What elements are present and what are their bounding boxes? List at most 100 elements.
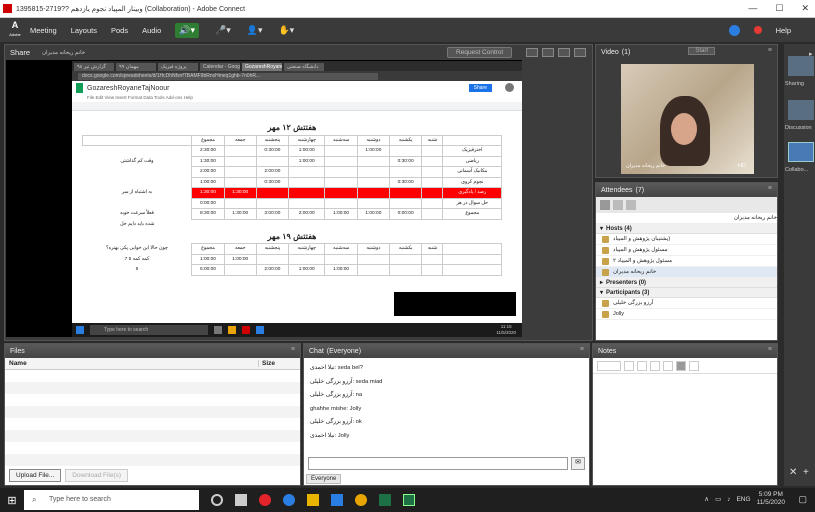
speaker-icon[interactable]: 🔊▾ — [175, 22, 199, 38]
menu-layouts[interactable]: Layouts — [71, 26, 97, 35]
hd-badge: HD — [738, 163, 746, 169]
note-cell: 5 — [83, 265, 192, 276]
record-icon[interactable] — [753, 26, 762, 34]
col-name[interactable]: Name — [5, 360, 258, 367]
cell — [356, 166, 391, 178]
microphone-icon[interactable]: 🎤▾ — [215, 25, 231, 36]
cortana-icon[interactable] — [211, 494, 223, 506]
download-file-button[interactable]: Download File(s) — [65, 469, 129, 482]
layout-discussion-thumbnail[interactable] — [788, 100, 814, 120]
attendee-row[interactable]: آرزو بزرگی خلیلی — [596, 298, 777, 309]
hosts-group[interactable]: ▾ Hosts (4) — [596, 224, 777, 234]
sync-icon[interactable] — [558, 48, 570, 57]
upload-file-button[interactable]: Upload File... — [9, 469, 62, 482]
chat-messages: نیلا احمدی: seda bel? آرزو بزرگی خلیلی: … — [304, 358, 589, 454]
pod-options-icon[interactable]: ≡ — [768, 47, 772, 54]
notes-text-area[interactable] — [593, 374, 777, 484]
cell — [388, 187, 423, 199]
fit-width-icon[interactable] — [526, 48, 538, 57]
menu-pods[interactable]: Pods — [111, 26, 128, 35]
layout-sharing-thumbnail[interactable] — [788, 56, 814, 76]
font-size-icon[interactable] — [597, 360, 621, 371]
edge-icon[interactable] — [283, 494, 295, 506]
close-button[interactable]: ✕ — [801, 3, 809, 14]
volume-icon[interactable]: ♪ — [727, 496, 730, 503]
tools-icon[interactable]: ✕ — [789, 467, 797, 478]
attendee-row[interactable]: پشتیبان پژوهش و المپیاد) — [596, 234, 777, 245]
list-view-icon[interactable] — [600, 200, 610, 210]
col-size[interactable]: Size — [258, 360, 300, 367]
attendee-name: آرزو بزرگی خلیلی — [613, 300, 654, 306]
day-header: مجموع — [191, 134, 225, 146]
pod-options-icon[interactable]: ≡ — [768, 185, 772, 192]
attendee-row[interactable]: Jolly — [596, 309, 777, 320]
cell: 3:00:00 — [255, 208, 290, 220]
cell — [388, 145, 423, 157]
maximize-button[interactable]: ☐ — [775, 3, 783, 14]
request-control-button[interactable]: Request Control — [447, 47, 512, 58]
raise-hand-icon[interactable]: ✋▾ — [278, 25, 294, 36]
opera-icon[interactable] — [259, 494, 271, 506]
windows-start-icon[interactable]: ⊞ — [0, 494, 24, 507]
pod-options-icon[interactable]: ≡ — [580, 346, 584, 353]
cell — [223, 197, 257, 209]
chat-tab-everyone[interactable]: Everyone — [306, 474, 342, 484]
attendee-row[interactable]: خانم ریحانه مدیران — [596, 267, 777, 278]
cell — [356, 176, 391, 188]
chrome-icon[interactable] — [355, 494, 367, 506]
participants-group[interactable]: ▾ Participants (3) — [596, 288, 777, 298]
excel-icon[interactable] — [379, 494, 391, 506]
browser-tab-active: GozareshRoyaneh — [242, 63, 282, 71]
minimize-button[interactable]: — — [748, 3, 757, 14]
clock-time: 5:09 PM — [758, 491, 783, 498]
cell — [421, 208, 444, 220]
attendee-row[interactable]: مسئول پژوهش و المپیاد — [596, 245, 777, 256]
shared-clock-time: 11:15 — [500, 324, 512, 329]
bold-icon[interactable] — [637, 360, 647, 371]
day-header: پنجشنبه — [255, 134, 290, 146]
window-icon — [3, 4, 12, 13]
send-icon[interactable]: ✉ — [571, 457, 585, 470]
layout-collab-thumbnail[interactable] — [788, 142, 814, 162]
fullscreen-icon[interactable] — [542, 48, 554, 57]
text-color-icon[interactable] — [624, 360, 634, 371]
mail-icon[interactable] — [331, 494, 343, 506]
menu-meeting[interactable]: Meeting — [30, 26, 57, 35]
indent-icon[interactable] — [689, 360, 699, 371]
underline-icon[interactable] — [663, 360, 673, 371]
pod-options-icon[interactable] — [574, 48, 586, 57]
address-bar: docs.google.com/spreadsheets/d/1HcDhNfsn… — [78, 72, 378, 80]
adobe-connect-icon[interactable] — [403, 494, 415, 506]
language-indicator[interactable]: ENG — [736, 496, 750, 503]
cell — [324, 166, 358, 178]
add-layout-icon[interactable]: + — [803, 467, 809, 478]
menu-help[interactable]: Help — [776, 26, 791, 35]
day-header: شنبه — [421, 243, 444, 255]
menu-audio[interactable]: Audio — [142, 26, 161, 35]
pod-options-icon[interactable]: ≡ — [291, 346, 295, 353]
notifications-icon[interactable]: ▢ — [798, 494, 807, 505]
webcam-icon[interactable]: 👤▾ — [247, 25, 263, 36]
cell — [223, 145, 257, 157]
italic-icon[interactable] — [650, 360, 660, 371]
note-cell: کمه کمه 5 7 — [83, 254, 192, 265]
start-webcam-button[interactable]: Start — [688, 47, 715, 55]
help-circle-icon[interactable] — [728, 24, 740, 36]
tray-chevron-icon[interactable]: ∧ — [704, 495, 709, 503]
attendee-row[interactable]: مسئول پژوهش و المپیاد ۲ — [596, 256, 777, 267]
clock-date: 11/5/2020 — [756, 499, 785, 506]
system-clock[interactable]: 5:09 PM 11/5/2020 — [757, 491, 785, 507]
file-explorer-icon[interactable] — [307, 494, 319, 506]
cell: 1:30:00 — [223, 187, 257, 199]
presenters-group[interactable]: ▸ Presenters (0) — [596, 278, 777, 288]
task-view-icon[interactable] — [235, 494, 247, 506]
sort-icon[interactable] — [626, 200, 636, 210]
network-icon[interactable]: ▭ — [715, 495, 721, 503]
my-status-row[interactable]: خانم ریحانه مدیران — [596, 213, 777, 224]
taskbar-search-box[interactable]: ⌕ Type here to search — [24, 490, 199, 510]
bullet-list-icon[interactable] — [676, 360, 686, 371]
pod-options-icon[interactable]: ≡ — [768, 346, 772, 353]
status-icon[interactable] — [613, 200, 623, 210]
chat-input[interactable] — [308, 457, 568, 470]
cell: 1:30:00 — [191, 187, 225, 199]
